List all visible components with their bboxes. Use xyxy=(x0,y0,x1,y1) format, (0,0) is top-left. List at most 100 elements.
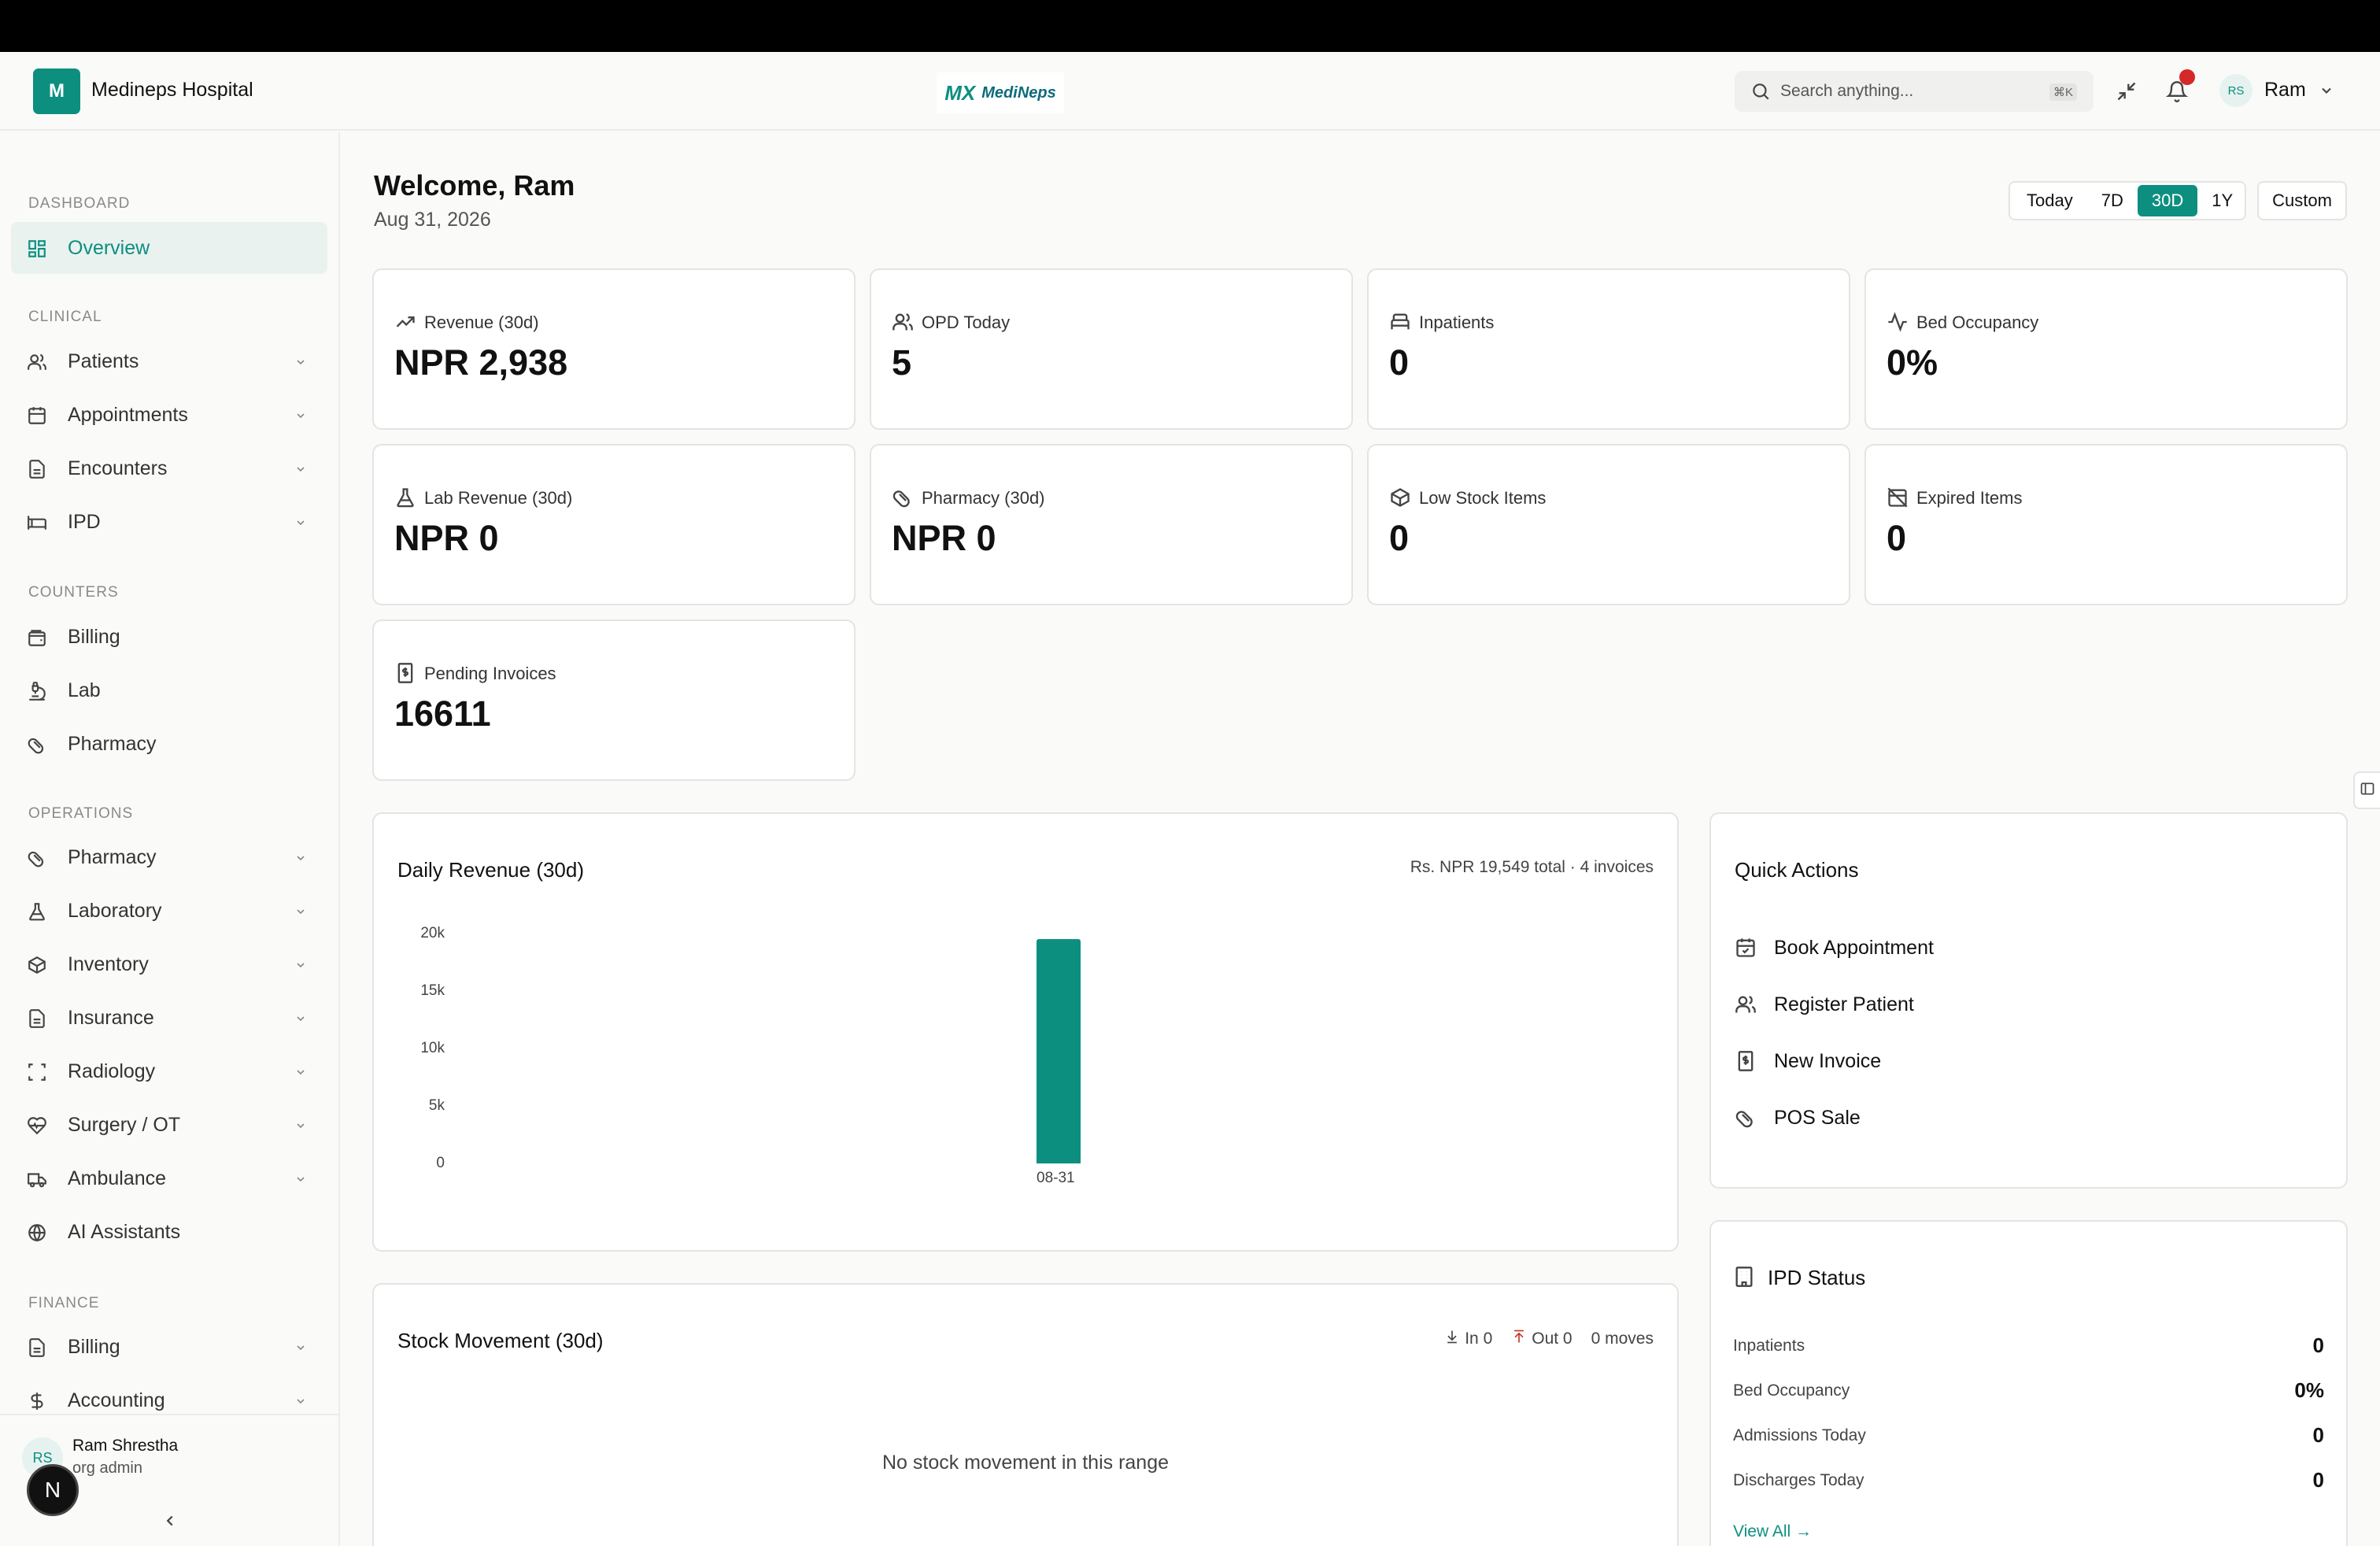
sidebar-item-overview[interactable]: Overview xyxy=(11,222,327,274)
stat-value: 0% xyxy=(1887,342,1938,383)
notification-dot xyxy=(2179,69,2195,85)
stat-value: NPR 0 xyxy=(892,518,996,558)
chevron-down-icon xyxy=(294,463,307,479)
avatar[interactable]: RS xyxy=(2219,74,2252,107)
search-bar[interactable]: Search anything... ⌘K xyxy=(1735,71,2094,112)
sidebar-item-appointments[interactable]: Appointments xyxy=(11,389,327,441)
calendar-off-icon xyxy=(1887,486,1909,509)
stat-value: NPR 0 xyxy=(394,518,499,558)
sidebar-item-label: Inventory xyxy=(68,953,149,975)
range-1y-button[interactable]: 1Y xyxy=(2197,185,2247,216)
package-icon xyxy=(1389,486,1411,509)
side-panel-toggle[interactable] xyxy=(2353,771,2380,809)
revenue-bar[interactable] xyxy=(1037,938,1081,1163)
sidebar-item-pharmacy-counter[interactable]: Pharmacy xyxy=(11,718,327,770)
ipd-bed-occupancy-row: Bed Occupancy 0% xyxy=(1733,1377,2324,1408)
register-patient-action[interactable]: Register Patient xyxy=(1735,984,1914,1025)
section-operations: OPERATIONS xyxy=(28,805,134,822)
globe-icon xyxy=(27,1222,47,1243)
sidebar-item-label: Ambulance xyxy=(68,1167,167,1189)
chevron-down-icon xyxy=(294,1066,307,1082)
ipd-label: Admissions Today xyxy=(1733,1426,1866,1444)
custom-range-button[interactable]: Custom xyxy=(2257,181,2347,220)
sidebar-item-label: IPD xyxy=(68,511,101,533)
chevron-down-icon xyxy=(294,1395,307,1411)
flask-icon xyxy=(394,486,416,509)
chevron-down-icon xyxy=(294,1173,307,1189)
sidebar-item-patients[interactable]: Patients xyxy=(11,335,327,387)
pill-icon xyxy=(1735,1107,1757,1129)
date-range-selector: Today 7D 30D 1Y xyxy=(2009,181,2246,220)
ipd-label: Bed Occupancy xyxy=(1733,1381,1850,1400)
sidebar-item-insurance[interactable]: Insurance xyxy=(11,992,327,1044)
stat-card-opd[interactable]: OPD Today 5 xyxy=(870,268,1353,430)
floating-n-badge[interactable]: N xyxy=(27,1464,79,1516)
y-tick-label: 5k xyxy=(428,1097,445,1114)
range-7d-button[interactable]: 7D xyxy=(2087,185,2138,216)
system-top-bar xyxy=(0,0,2380,52)
sidebar-item-ai-assistants[interactable]: AI Assistants xyxy=(11,1206,327,1258)
collapse-sidebar-button[interactable] xyxy=(154,1508,186,1537)
minimize-icon[interactable] xyxy=(2111,76,2142,107)
microscope-icon xyxy=(27,681,47,701)
stat-card-pending-invoices[interactable]: Pending Invoices 16611 xyxy=(372,620,856,781)
brand-text: MediNeps xyxy=(981,83,1056,102)
stat-label: Revenue (30d) xyxy=(424,313,539,332)
stat-label: Pharmacy (30d) xyxy=(922,488,1045,508)
sidebar-item-pharmacy[interactable]: Pharmacy xyxy=(11,831,327,883)
sidebar-item-laboratory[interactable]: Laboratory xyxy=(11,885,327,937)
sidebar: DASHBOARD Overview CLINICAL Patients App… xyxy=(0,132,340,1546)
hospital-name[interactable]: Medineps Hospital xyxy=(91,79,253,102)
users-icon xyxy=(892,311,914,333)
stat-label: Bed Occupancy xyxy=(1916,313,2039,332)
stock-out: Out 0 xyxy=(1511,1329,1572,1349)
stat-value: 0 xyxy=(1389,342,1410,383)
action-label: POS Sale xyxy=(1774,1106,1861,1129)
hospital-logo[interactable]: M xyxy=(33,68,80,114)
stock-in: In 0 xyxy=(1444,1329,1492,1349)
profile-name[interactable]: Ram Shrestha xyxy=(72,1437,178,1455)
stat-card-lab-revenue[interactable]: Lab Revenue (30d) NPR 0 xyxy=(372,444,856,605)
sidebar-item-lab-counter[interactable]: Lab xyxy=(11,664,327,716)
sidebar-item-ambulance[interactable]: Ambulance xyxy=(11,1152,327,1204)
receipt-icon xyxy=(394,662,416,684)
sidebar-item-encounters[interactable]: Encounters xyxy=(11,442,327,494)
stat-card-bed-occupancy[interactable]: Bed Occupancy 0% xyxy=(1864,268,2348,430)
page-title: Welcome, Ram xyxy=(374,169,575,202)
stat-card-expired[interactable]: Expired Items 0 xyxy=(1864,444,2348,605)
sidebar-item-ipd[interactable]: IPD xyxy=(11,496,327,548)
range-today-button[interactable]: Today xyxy=(2012,185,2087,216)
section-counters: COUNTERS xyxy=(28,584,119,601)
chevron-down-icon xyxy=(294,905,307,922)
stat-label: Lab Revenue (30d) xyxy=(424,488,573,508)
user-name[interactable]: Ram xyxy=(2264,79,2306,102)
stock-out-label: Out 0 xyxy=(1532,1330,1572,1348)
chevron-down-icon xyxy=(294,409,307,426)
chevron-down-icon[interactable] xyxy=(2319,83,2334,102)
x-tick-label: 08-31 xyxy=(1037,1170,1075,1186)
sidebar-item-billing[interactable]: Billing xyxy=(11,1321,327,1373)
new-invoice-action[interactable]: New Invoice xyxy=(1735,1041,1881,1082)
stat-value: 5 xyxy=(892,342,912,383)
sidebar-item-radiology[interactable]: Radiology xyxy=(11,1045,327,1097)
daily-revenue-title: Daily Revenue (30d) xyxy=(397,858,585,882)
empty-state-message: No stock movement in this range xyxy=(881,1452,1170,1474)
view-all-link[interactable]: View All → xyxy=(1733,1522,1812,1541)
sidebar-item-inventory[interactable]: Inventory xyxy=(11,938,327,990)
range-30d-button[interactable]: 30D xyxy=(2137,185,2198,216)
y-tick-label: 10k xyxy=(420,1040,445,1056)
sidebar-item-surgery[interactable]: Surgery / OT xyxy=(11,1099,327,1151)
sidebar-item-billing-counter[interactable]: Billing xyxy=(11,611,327,663)
stat-card-revenue[interactable]: Revenue (30d) NPR 2,938 xyxy=(372,268,856,430)
stat-card-pharmacy[interactable]: Pharmacy (30d) NPR 0 xyxy=(870,444,1353,605)
stat-card-inpatients[interactable]: Inpatients 0 xyxy=(1367,268,1850,430)
stat-card-low-stock[interactable]: Low Stock Items 0 xyxy=(1367,444,1850,605)
stock-movement-card: Stock Movement (30d) In 0 Out 0 0 moves … xyxy=(372,1283,1679,1546)
ipd-status-card: IPD Status Inpatients 0 Bed Occupancy 0%… xyxy=(1709,1220,2348,1546)
book-appointment-action[interactable]: Book Appointment xyxy=(1735,927,1934,968)
sidebar-item-label: Insurance xyxy=(68,1007,154,1029)
pos-sale-action[interactable]: POS Sale xyxy=(1735,1097,1861,1138)
sidebar-item-label: Overview xyxy=(68,237,150,259)
users-icon xyxy=(27,352,47,372)
brand-mark: MX xyxy=(944,80,976,105)
